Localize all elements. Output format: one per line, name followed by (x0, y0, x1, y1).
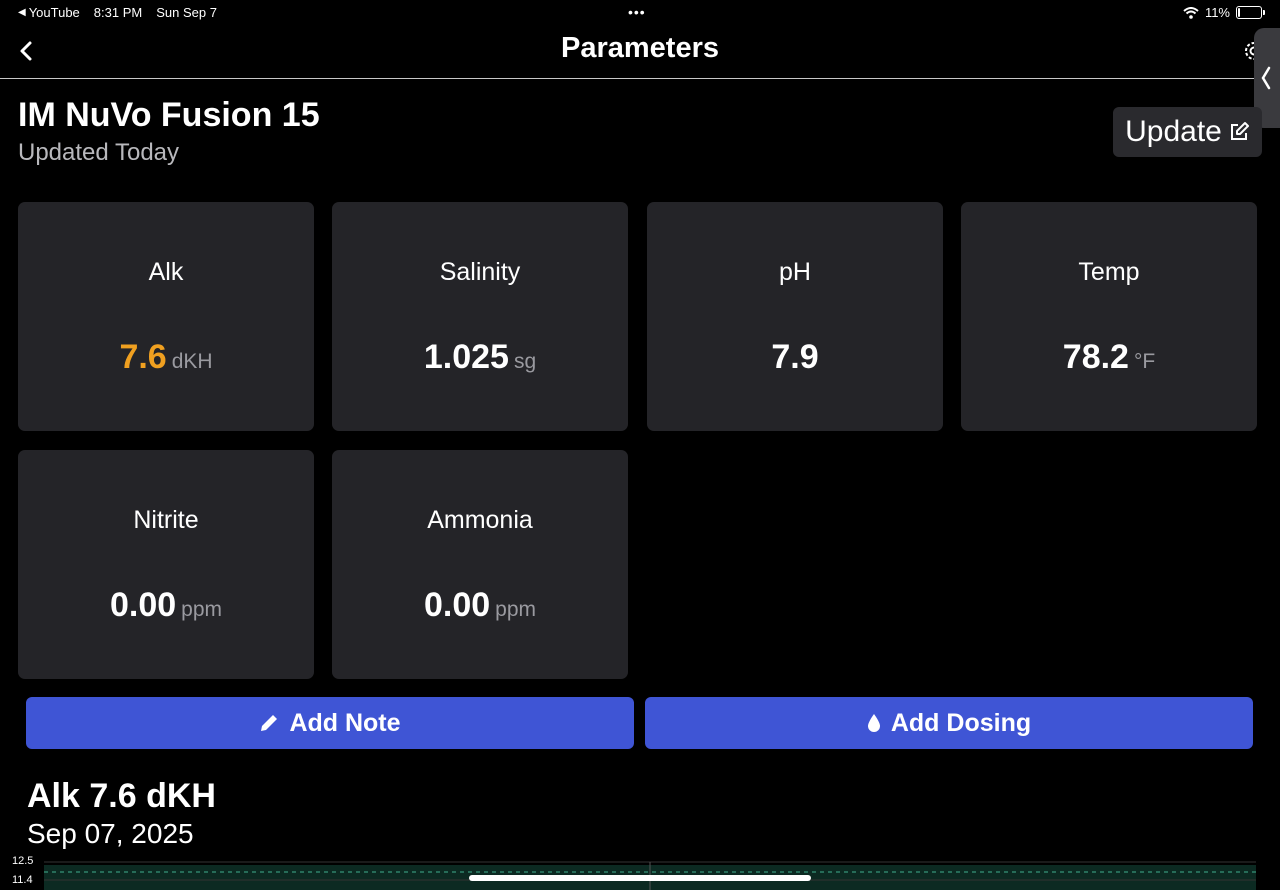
param-card-nitrite[interactable]: Nitrite 0.00 ppm (18, 450, 314, 679)
wifi-icon (1183, 6, 1199, 19)
param-label: Alk (148, 258, 184, 286)
page-title: Parameters (561, 32, 719, 64)
param-reading: 1.025 sg (332, 338, 628, 377)
chevron-left-icon (1261, 66, 1271, 90)
param-card-ammonia[interactable]: Ammonia 0.00 ppm (332, 450, 628, 679)
param-unit: ppm (181, 598, 223, 621)
tank-name: IM NuVo Fusion 15 (18, 96, 320, 134)
y-tick-label: 11.4 (12, 874, 33, 886)
param-card-alk[interactable]: Alk 7.6 dKH (18, 202, 314, 431)
chart-grid (44, 861, 1256, 890)
battery-percent: 11% (1204, 5, 1230, 20)
back-to-app[interactable]: ◀ YouTube (18, 5, 80, 20)
param-label: Salinity (439, 258, 521, 286)
param-reading: 7.6 dKH (18, 338, 314, 377)
param-value: 7.6 (119, 338, 167, 376)
back-app-label: YouTube (28, 5, 80, 20)
tank-updated-status: Updated Today (18, 139, 180, 166)
status-time: 8:31 PM (93, 5, 143, 20)
add-dosing-label: Add Dosing (890, 708, 1032, 737)
param-card-ph[interactable]: pH 7.9 (647, 202, 943, 431)
edit-icon (1230, 122, 1249, 140)
alk-chart[interactable]: 12.5 11.4 (0, 852, 1280, 890)
param-value: 7.9 (771, 338, 819, 376)
param-label: Ammonia (427, 506, 533, 534)
param-label: Temp (1078, 258, 1140, 286)
param-label: Nitrite (133, 506, 199, 534)
navigation-bar: Parameters (0, 28, 1280, 79)
update-button[interactable]: Update (1113, 107, 1262, 157)
param-unit: sg (513, 350, 537, 373)
chart-title: Alk 7.6 dKH (27, 777, 216, 815)
param-card-temp[interactable]: Temp 78.2 °F (961, 202, 1257, 431)
param-value: 0.00 (109, 586, 177, 624)
status-bar: ◀ YouTube 8:31 PM Sun Sep 7 ••• 11% (0, 0, 1280, 28)
triangle-left-icon: ◀ (18, 7, 26, 18)
update-button-label: Update (1125, 115, 1222, 148)
battery-icon (1236, 6, 1265, 19)
param-reading: 0.00 ppm (18, 586, 314, 625)
chart-date: Sep 07, 2025 (27, 818, 194, 849)
param-card-salinity[interactable]: Salinity 1.025 sg (332, 202, 628, 431)
add-dosing-button[interactable]: Add Dosing (645, 697, 1253, 749)
multitask-dots-icon[interactable]: ••• (628, 4, 646, 20)
home-indicator[interactable] (469, 875, 811, 881)
param-unit: °F (1133, 350, 1156, 373)
param-reading: 7.9 (647, 338, 943, 377)
param-value: 1.025 (423, 338, 509, 376)
pencil-icon (261, 715, 278, 731)
status-date: Sun Sep 7 (156, 5, 217, 20)
param-value: 78.2 (1062, 338, 1129, 376)
add-note-label: Add Note (289, 708, 401, 737)
y-tick-label: 12.5 (12, 855, 34, 867)
add-note-button[interactable]: Add Note (26, 697, 634, 749)
param-unit: dKH (171, 350, 213, 373)
param-reading: 0.00 ppm (332, 586, 628, 625)
param-unit: ppm (495, 598, 537, 621)
drop-icon (867, 714, 880, 732)
param-reading: 78.2 °F (961, 338, 1257, 377)
param-label: pH (779, 258, 811, 286)
param-value: 0.00 (423, 586, 491, 624)
